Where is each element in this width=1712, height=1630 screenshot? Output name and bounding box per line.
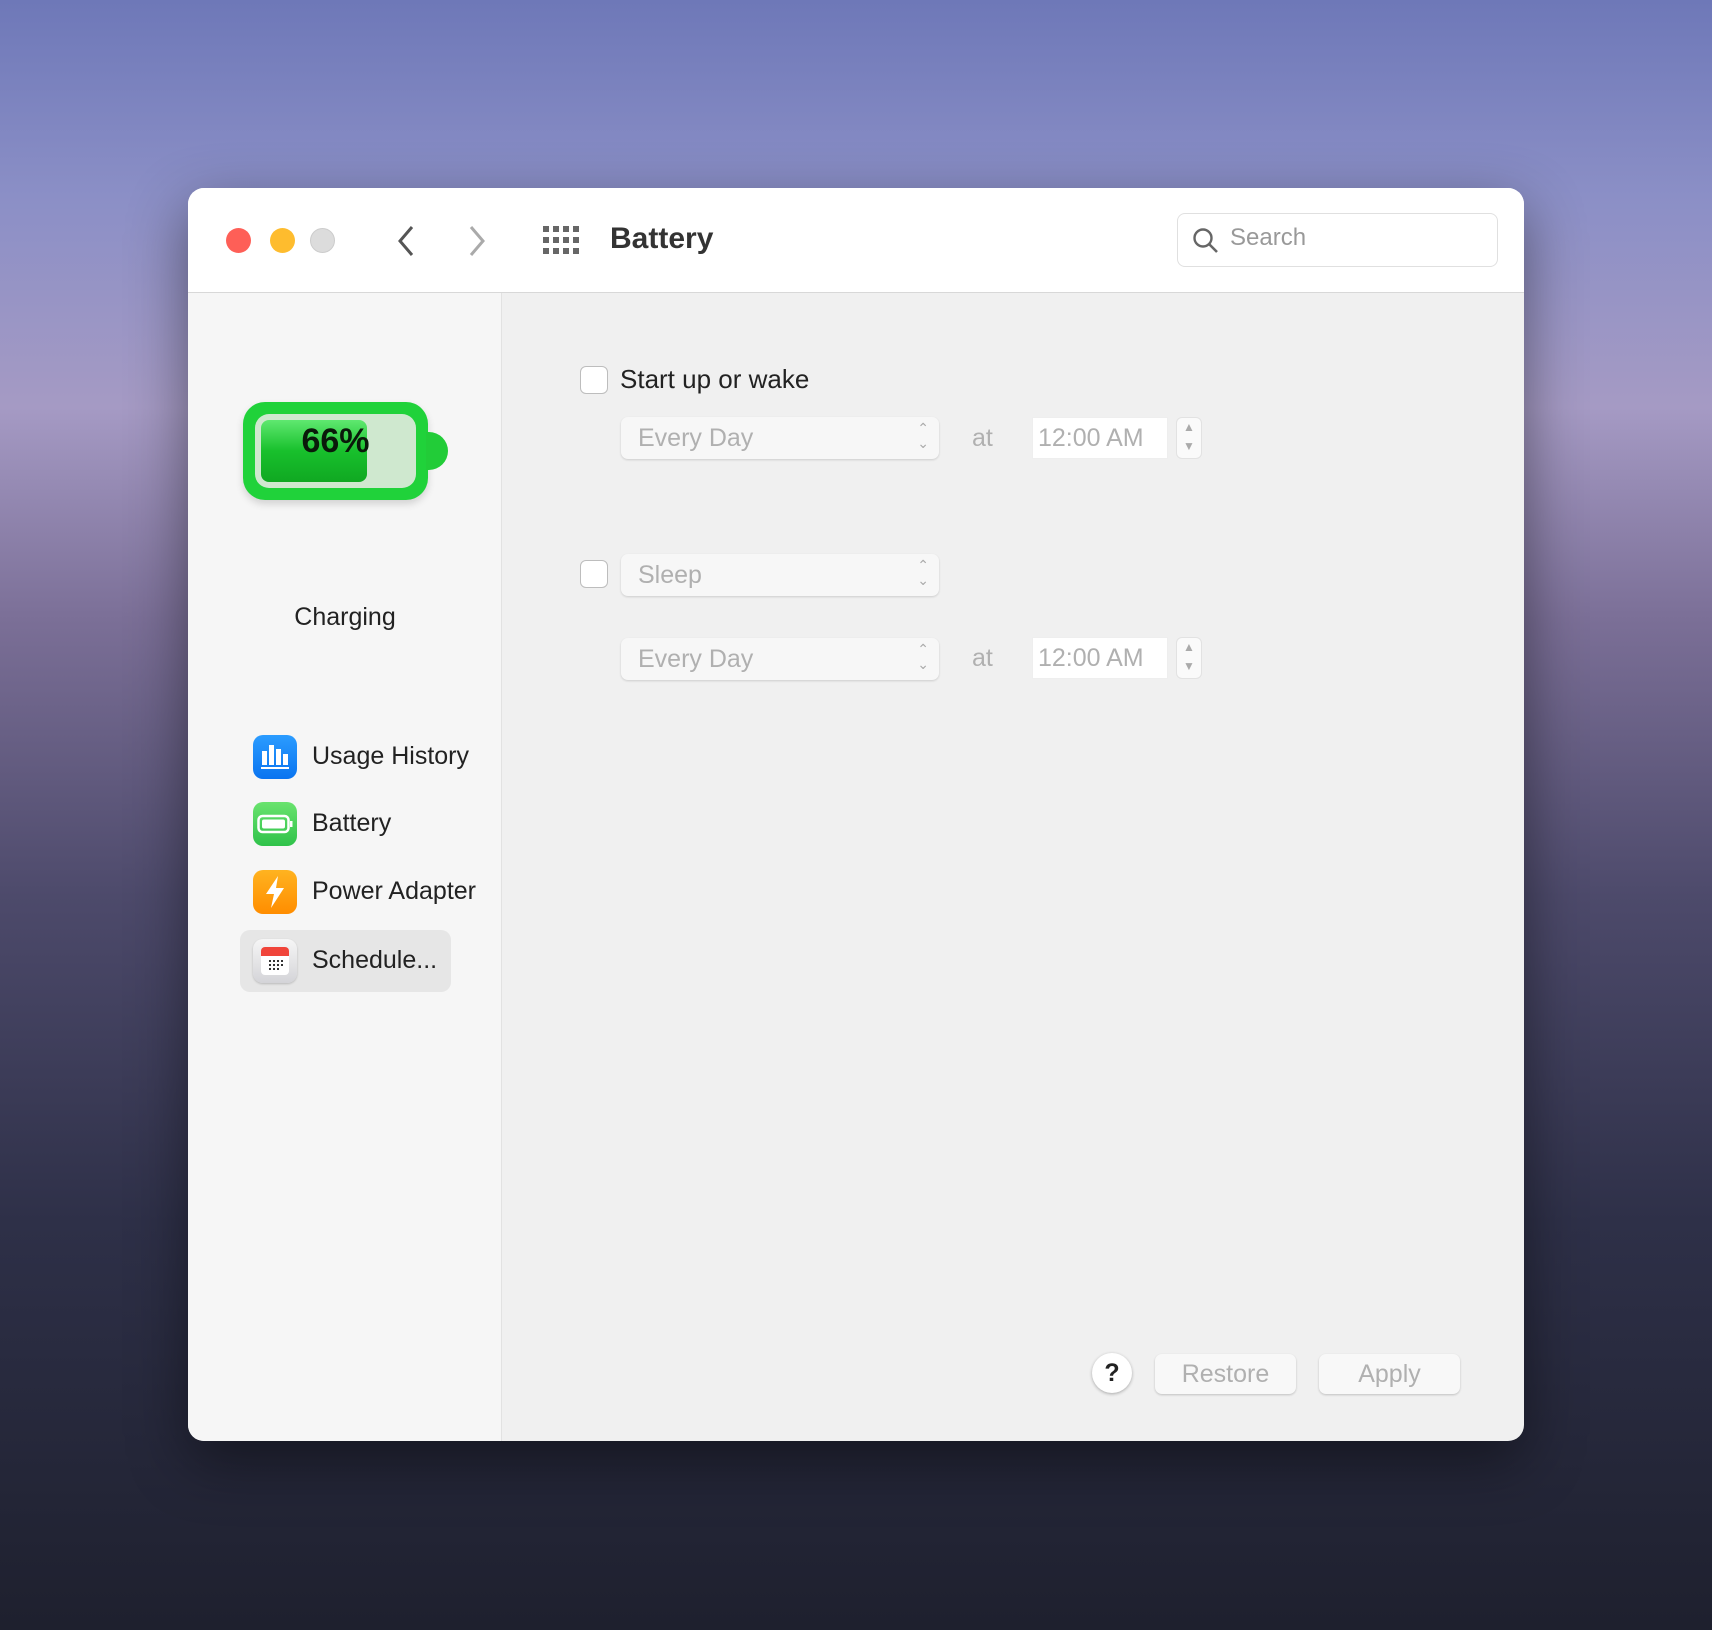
battery-terminal-icon — [426, 432, 448, 470]
sidebar: 66% Charging Usage History Battery Power… — [188, 293, 502, 1441]
sidebar-item-label: Power Adapter — [312, 877, 476, 905]
show-all-grid-icon[interactable] — [543, 226, 581, 254]
battery-icon — [253, 802, 297, 846]
calendar-icon — [253, 939, 297, 983]
sidebar-item-label: Schedule... — [312, 946, 438, 974]
startup-label: Start up or wake — [620, 364, 810, 394]
up-down-chevron-icon: ⌃ ⌄ — [917, 557, 929, 588]
sleep-repeat-popup[interactable]: Every Day ⌃ ⌄ — [621, 638, 939, 680]
bar-chart-icon — [253, 735, 297, 779]
startup-time-stepper[interactable]: ▲ ▼ — [1176, 417, 1202, 459]
startup-time-field[interactable]: 12:00 AM — [1032, 417, 1168, 459]
up-down-chevron-icon: ⌃ ⌄ — [917, 420, 929, 451]
up-down-chevron-icon: ⌃ ⌄ — [917, 641, 929, 672]
search-field[interactable] — [1177, 213, 1498, 267]
sleep-time-field[interactable]: 12:00 AM — [1032, 637, 1168, 679]
startup-repeat-popup[interactable]: Every Day ⌃ ⌄ — [621, 417, 939, 459]
popup-value: Every Day — [638, 424, 754, 452]
window-title: Battery — [610, 222, 714, 255]
sidebar-item-usage-history[interactable]: Usage History — [240, 726, 469, 788]
at-label: at — [972, 424, 993, 452]
sidebar-item-label: Battery — [312, 809, 392, 837]
zoom-button[interactable] — [310, 228, 335, 253]
apply-button[interactable]: Apply — [1319, 1354, 1460, 1394]
battery-level-indicator: 66% — [243, 402, 428, 500]
charging-status: Charging — [294, 603, 396, 631]
search-input[interactable] — [1230, 224, 1480, 252]
popup-value: Every Day — [638, 645, 754, 673]
minimize-button[interactable] — [270, 228, 295, 253]
close-button[interactable] — [226, 228, 251, 253]
at-label: at — [972, 644, 993, 672]
sidebar-item-schedule[interactable]: Schedule... — [240, 930, 451, 992]
sleep-action-popup[interactable]: Sleep ⌃ ⌄ — [621, 554, 939, 596]
sidebar-item-battery[interactable]: Battery — [240, 793, 451, 855]
battery-percentage: 66% — [301, 422, 370, 460]
help-button[interactable]: ? — [1092, 1353, 1132, 1393]
title-bar: Battery — [188, 188, 1524, 293]
restore-button[interactable]: Restore — [1155, 1354, 1296, 1394]
search-icon — [1193, 228, 1218, 253]
forward-chevron-icon[interactable] — [465, 224, 489, 258]
sleep-checkbox[interactable] — [580, 560, 608, 588]
sleep-time-stepper[interactable]: ▲ ▼ — [1176, 637, 1202, 679]
battery-preferences-window: Battery 66% Charging Usage History Batte… — [188, 188, 1524, 1441]
bolt-icon — [253, 870, 297, 914]
startup-checkbox[interactable] — [580, 366, 608, 394]
sidebar-item-label: Usage History — [312, 742, 469, 770]
back-chevron-icon[interactable] — [394, 224, 418, 258]
popup-value: Sleep — [638, 561, 702, 589]
sidebar-item-power-adapter[interactable]: Power Adapter — [240, 861, 476, 923]
